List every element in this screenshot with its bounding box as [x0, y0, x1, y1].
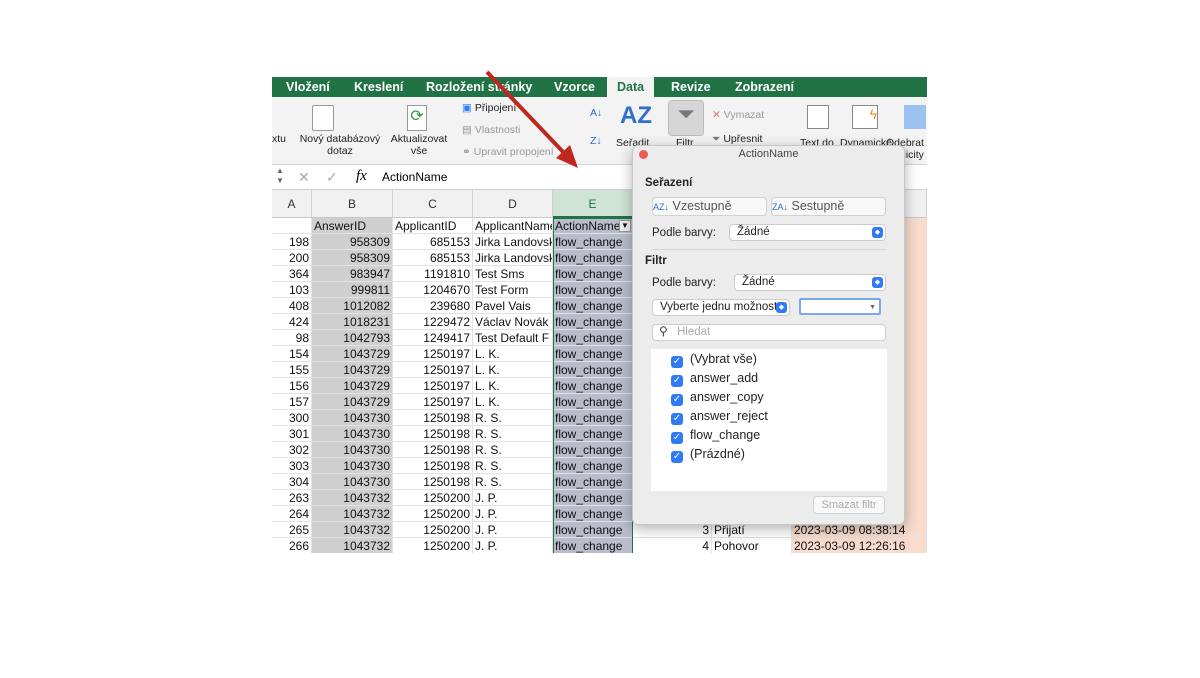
filter-item-label: answer_reject — [690, 409, 768, 423]
chevron-updown-icon: ◆ — [872, 227, 883, 238]
checkbox-checked-icon[interactable]: ✓ — [671, 356, 683, 368]
dropdown-arrow-icon: ▼ — [869, 304, 876, 311]
filter-color-value: Žádné — [742, 276, 775, 288]
filter-item-label: answer_add — [690, 371, 759, 385]
filter-item-label: flow_change — [690, 428, 761, 442]
chevron-updown-icon: ◆ — [872, 277, 883, 288]
filter-value-list: ✓ (Vybrat vše) ✓ answer_add ✓ answer_copy ✓ ans… — [651, 349, 887, 491]
filter-item[interactable]: ✓ (Prázdné) — [671, 445, 745, 463]
filter-item-label: (Vybrat vše) — [690, 352, 757, 366]
search-input[interactable]: ⚲ Hledat — [652, 324, 886, 341]
filter-dialog: ActionName Seřazení AZ↓ Vzestupně ZA↓ Se… — [632, 145, 905, 525]
divider — [651, 249, 887, 250]
search-placeholder: Hledat — [677, 326, 711, 338]
filter-item[interactable]: ✓ flow_change — [671, 426, 760, 444]
sort-asc-icon: AZ↓ — [653, 202, 670, 212]
checkbox-checked-icon[interactable]: ✓ — [671, 394, 683, 406]
sort-by-color-label: Podle barvy: — [652, 227, 716, 239]
filter-color-select[interactable]: Žádné ◆ — [734, 274, 886, 291]
search-icon: ⚲ — [659, 324, 668, 338]
condition-value-combo[interactable]: ▼ — [799, 298, 881, 315]
filter-item[interactable]: ✓ answer_add — [671, 369, 758, 387]
condition-value: Vyberte jednu možnost — [660, 301, 778, 313]
descending-label: Sestupně — [791, 199, 845, 213]
filter-by-color-label: Podle barvy: — [652, 277, 716, 289]
annotation-arrow — [485, 70, 578, 168]
filter-item-label: answer_copy — [690, 390, 764, 404]
checkbox-checked-icon[interactable]: ✓ — [671, 413, 683, 425]
ascending-label: Vzestupně — [672, 199, 732, 213]
chevron-updown-icon: ◆ — [776, 302, 787, 313]
checkbox-checked-icon[interactable]: ✓ — [671, 451, 683, 463]
clear-filter-button[interactable]: Smazat filtr — [813, 496, 885, 514]
filter-item[interactable]: ✓ (Vybrat vše) — [671, 350, 757, 368]
condition-select[interactable]: Vyberte jednu možnost ◆ — [652, 299, 790, 316]
sort-heading: Seřazení — [645, 177, 693, 189]
dialog-title: ActionName — [738, 148, 799, 160]
checkbox-checked-icon[interactable]: ✓ — [671, 375, 683, 387]
sort-color-value: Žádné — [737, 226, 770, 238]
sort-color-select[interactable]: Žádné ◆ — [729, 224, 886, 241]
sort-ascending-button[interactable]: AZ↓ Vzestupně — [652, 197, 767, 216]
checkbox-checked-icon[interactable]: ✓ — [671, 432, 683, 444]
sort-desc-icon: ZA↓ — [772, 202, 789, 212]
filter-heading: Filtr — [645, 255, 667, 267]
filter-item[interactable]: ✓ answer_copy — [671, 388, 764, 406]
arrow-shaft — [485, 70, 568, 157]
filter-item[interactable]: ✓ answer_reject — [671, 407, 768, 425]
filter-item-label: (Prázdné) — [690, 447, 745, 461]
sort-descending-button[interactable]: ZA↓ Sestupně — [771, 197, 886, 216]
